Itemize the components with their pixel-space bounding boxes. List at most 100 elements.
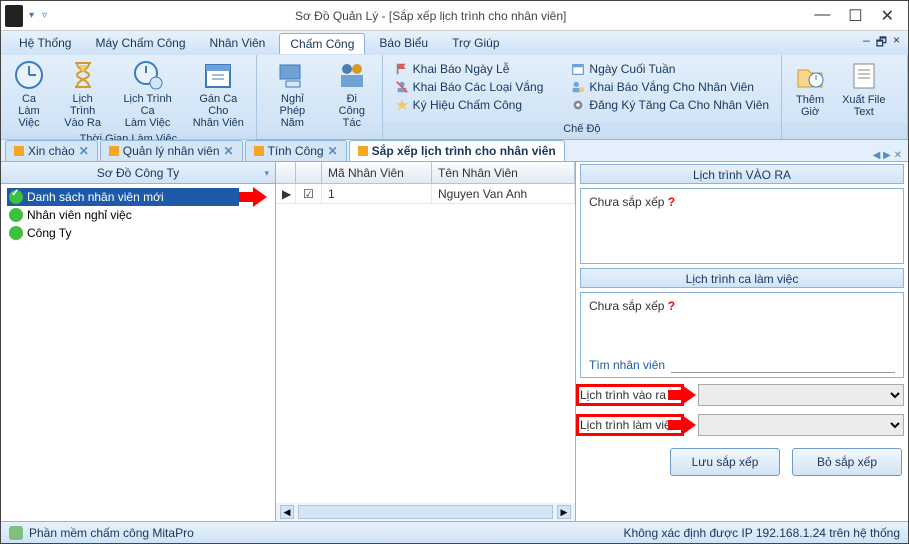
status-icon (9, 526, 23, 540)
doctab-icon (109, 146, 119, 156)
calendar-icon (202, 59, 234, 91)
ribbon-group-mode-label: Chế Độ (383, 123, 781, 139)
tree-item-company[interactable]: Công Ty (7, 224, 269, 242)
grid-row[interactable]: ▶ ☑ 1 Nguyen Van Anh (276, 184, 575, 204)
close-icon[interactable]: ✕ (79, 144, 89, 158)
app-icon (5, 5, 23, 27)
row-name: Nguyen Van Anh (432, 184, 575, 203)
circle-icon (9, 226, 23, 240)
row-id: 1 (322, 184, 432, 203)
nghi-phep-button[interactable]: Nghỉ PhépNăm (261, 57, 324, 131)
gear-icon (571, 98, 585, 112)
doctab-icon (254, 146, 264, 156)
close-icon[interactable]: ✕ (328, 144, 338, 158)
annotation-arrow-icon (668, 417, 698, 433)
ca-lam-viec-button[interactable]: Ca LàmViệc (5, 57, 53, 131)
sidebar: Sơ Đồ Công Ty Danh sách nhân viên mới Nh… (1, 162, 276, 521)
scroll-left-icon[interactable]: ◀ (280, 505, 294, 519)
star-icon (395, 98, 409, 112)
vao-ra-select-label: Lịch trình vào ra (580, 388, 680, 402)
khai-bao-vang-button[interactable]: Khai Báo Các Loại Vắng (393, 79, 546, 95)
section-ca-header: Lịch trình ca làm việc (580, 268, 904, 288)
section-ca-box: Chưa sắp xếp ? Tìm nhân viên (580, 292, 904, 378)
company-tree: Danh sách nhân viên mới Nhân viên nghỉ v… (1, 184, 275, 246)
ribbon: Ca LàmViệc Lịch TrìnhVào Ra Lịch Trình C… (1, 55, 908, 140)
tab-bao-bieu[interactable]: Báo Biểu (369, 33, 438, 53)
quick-access-toolbar: ▾ ▿ (29, 10, 47, 21)
check-circle-icon (9, 190, 23, 204)
row-checkbox[interactable]: ☑ (296, 184, 322, 203)
user-warn-icon (571, 80, 585, 94)
doctab-sap-xep[interactable]: Sắp xếp lịch trình cho nhân viên (349, 140, 565, 161)
circle-icon (9, 208, 23, 222)
tree-item-resigned-employees[interactable]: Nhân viên nghỉ việc (7, 206, 269, 224)
question-icon: ? (668, 299, 675, 313)
xuat-file-button[interactable]: Xuất FileText (836, 58, 891, 120)
window-title: Sơ Đồ Quản Lý - [Sắp xếp lịch trình cho … (47, 9, 814, 23)
hourglass-icon (67, 59, 99, 91)
qat-dropdown-icon[interactable]: ▾ (29, 10, 34, 21)
grid-name-header[interactable]: Tên Nhân Viên (432, 162, 575, 183)
mdi-minimize-icon[interactable]: – (863, 33, 870, 54)
annotation-arrow-icon (239, 189, 269, 205)
tab-cham-cong[interactable]: Chấm Công (279, 33, 365, 54)
section-vao-ra-header: Lịch trình VÀO RA (580, 164, 904, 184)
gan-ca-button[interactable]: Gán Ca ChoNhân Viên (185, 57, 252, 131)
ribbon-tabs: Hệ Thống Máy Chấm Công Nhân Viên Chấm Cô… (1, 31, 908, 55)
tab-may-cham-cong[interactable]: Máy Chấm Công (85, 33, 195, 53)
question-icon: ? (668, 195, 675, 209)
tab-tro-giup[interactable]: Trợ Giúp (442, 33, 509, 53)
grid-selector-header[interactable] (276, 162, 296, 183)
section-vao-ra-box: Chưa sắp xếp ? (580, 188, 904, 264)
absence-icon (395, 80, 409, 94)
close-button[interactable]: ✕ (881, 6, 894, 26)
clock-gear-icon (132, 59, 164, 91)
scroll-right-icon[interactable]: ▶ (557, 505, 571, 519)
mdi-restore-icon[interactable]: 🗗 (876, 33, 887, 54)
lam-viec-select-label: Lịch trình làm việc (580, 418, 680, 432)
folder-clock-icon (794, 60, 826, 92)
mdi-close-icon[interactable]: × (893, 33, 900, 54)
close-icon[interactable]: ✕ (224, 144, 234, 158)
tab-he-thong[interactable]: Hệ Thống (9, 33, 81, 53)
dang-ky-tang-ca-button[interactable]: Đăng Ký Tăng Ca Cho Nhân Viên (569, 97, 771, 113)
doctab-xin-chao[interactable]: Xin chào✕ (5, 140, 98, 161)
di-cong-tac-button[interactable]: Đi CôngTác (326, 57, 378, 131)
calendar-small-icon (571, 62, 585, 76)
lich-trinh-vao-ra-button[interactable]: Lịch TrìnhVào Ra (55, 57, 110, 131)
doctab-quan-ly-nv[interactable]: Quản lý nhân viên✕ (100, 140, 243, 161)
ngay-cuoi-tuan-button[interactable]: Ngày Cuối Tuần (569, 61, 771, 77)
tab-nhan-vien[interactable]: Nhân Viên (200, 33, 276, 53)
status-bar: Phần mềm chấm công MitaPro Không xác địn… (1, 521, 908, 543)
horizontal-scrollbar[interactable]: ◀ ▶ (276, 503, 575, 521)
employee-grid: Mã Nhân Viên Tên Nhân Viên ▶ ☑ 1 Nguyen … (276, 162, 576, 521)
doctab-tinh-cong[interactable]: Tính Công✕ (245, 140, 347, 161)
doctab-nav[interactable]: ◀ ▶ ✕ (873, 150, 908, 161)
text-file-icon (848, 60, 880, 92)
vao-ra-select[interactable] (698, 384, 904, 406)
khai-bao-ngay-le-button[interactable]: Khai Báo Ngày Lễ (393, 61, 546, 77)
lam-viec-select[interactable] (698, 414, 904, 436)
them-gio-button[interactable]: ThêmGiờ (786, 58, 834, 120)
scroll-track[interactable] (298, 505, 553, 519)
flag-icon (395, 62, 409, 76)
maximize-button[interactable]: ☐ (848, 6, 862, 26)
grid-body: ▶ ☑ 1 Nguyen Van Anh (276, 184, 575, 503)
search-label: Tìm nhân viên (589, 358, 665, 372)
tree-item-new-employees[interactable]: Danh sách nhân viên mới (7, 188, 239, 206)
grid-check-header[interactable] (296, 162, 322, 183)
search-input[interactable] (671, 356, 895, 373)
workarea: Sơ Đồ Công Ty Danh sách nhân viên mới Nh… (1, 162, 908, 521)
cancel-button[interactable]: Bỏ sắp xếp (792, 448, 902, 476)
minimize-button[interactable]: — (814, 6, 830, 26)
khai-bao-vang-nv-button[interactable]: Khai Báo Vắng Cho Nhân Viên (569, 79, 771, 95)
lich-trinh-ca-button[interactable]: Lịch Trình CaLàm Việc (112, 57, 183, 131)
ky-hieu-button[interactable]: Ký Hiệu Chấm Công (393, 97, 546, 113)
doctab-icon (358, 146, 368, 156)
grid-header: Mã Nhân Viên Tên Nhân Viên (276, 162, 575, 184)
save-button[interactable]: Lưu sắp xếp (670, 448, 780, 476)
grid-id-header[interactable]: Mã Nhân Viên (322, 162, 432, 183)
status-left: Phần mềm chấm công MitaPro (29, 526, 194, 540)
computer-icon (276, 59, 308, 91)
people-icon (336, 59, 368, 91)
